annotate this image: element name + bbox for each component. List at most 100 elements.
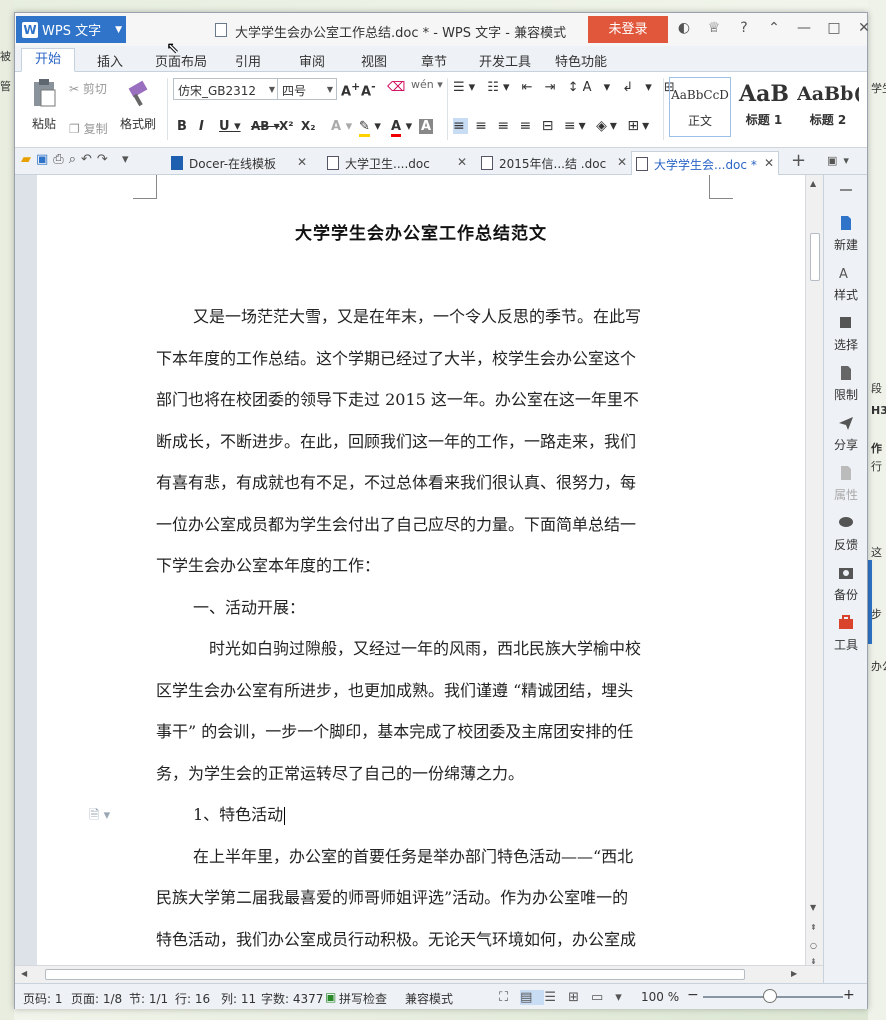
save-icon[interactable]: ▣ — [36, 152, 53, 167]
new-tab-icon[interactable]: + — [791, 150, 806, 171]
style-heading-1[interactable]: AaB 标题 1 — [733, 77, 795, 137]
close-icon[interactable]: ✕ — [855, 20, 873, 36]
preview-icon[interactable]: ⌕ — [69, 152, 81, 167]
sidebar-item-styles[interactable]: A 样式 — [824, 265, 868, 303]
reading-view-icon[interactable]: ▭▾ — [591, 990, 634, 1005]
document-area[interactable]: 大学学生会办公室工作总结范文 又是一场茫茫大雪，又是在年末，一个令人反思的季节。… — [15, 175, 805, 965]
superscript-icon[interactable]: X² — [279, 119, 294, 133]
vertical-scrollbar[interactable]: ▲ ▼ ⇞ ○ ⇟ — [805, 175, 823, 966]
print-icon[interactable]: ⎙ — [53, 152, 68, 167]
scroll-up-icon[interactable]: ▲ — [810, 179, 816, 188]
close-tab-icon[interactable]: ✕ — [764, 156, 774, 170]
scroll-left-icon[interactable]: ◀ — [21, 969, 27, 978]
doc-tab-active[interactable]: 大学学生会...doc * ✕ — [631, 151, 779, 175]
browse-object-icon[interactable]: ○ — [810, 941, 817, 950]
italic-icon[interactable]: I — [199, 119, 204, 134]
zoom-slider-handle[interactable] — [763, 989, 777, 1003]
sidebar-item-feedback[interactable]: 反馈 — [824, 515, 868, 553]
tab-menu-icon[interactable]: ▾ — [843, 154, 855, 167]
scroll-down-icon[interactable]: ▼ — [810, 903, 816, 912]
outline-view-icon[interactable]: ☰ — [544, 990, 568, 1005]
prev-page-icon[interactable]: ⇞ — [810, 923, 817, 932]
skin-icon[interactable]: ◐ — [675, 20, 693, 36]
document-page[interactable]: 大学学生会办公室工作总结范文 又是一场茫茫大雪，又是在年末，一个令人反思的季节。… — [37, 175, 805, 965]
sidebar-item-backup[interactable]: 备份 — [824, 565, 868, 603]
page-view-icon[interactable]: ▤ — [520, 990, 545, 1005]
doc-tab[interactable]: 2015年信...结 .doc ✕ — [477, 151, 627, 175]
alignment-controls[interactable]: ≡ ≡ ≡ ≡ ⊟ ≡▾ ◈▾ ⊞▾ — [453, 118, 652, 134]
grow-font-icon[interactable]: A+ — [341, 80, 360, 99]
help-icon[interactable]: ? — [735, 20, 753, 36]
pane-collapse-icon[interactable] — [840, 189, 852, 191]
char-shading-icon[interactable]: A — [419, 119, 434, 134]
spell-check-toggle[interactable]: 拼写检查 — [339, 990, 387, 1007]
text-effect-icon[interactable]: A ▾ — [331, 119, 352, 134]
redo-icon[interactable]: ↷ — [97, 152, 113, 167]
sidebar-item-new[interactable]: 新建 — [824, 215, 868, 253]
status-word-count[interactable]: 字数: 4377 — [261, 990, 323, 1007]
tab-chapter[interactable]: 章节 — [421, 51, 447, 70]
pinyin-icon[interactable]: wén ▾ — [411, 78, 443, 91]
web-view-icon[interactable]: ⊞ — [568, 990, 591, 1005]
format-painter-button[interactable]: 格式刷 — [113, 76, 163, 132]
collapse-ribbon-icon[interactable]: ⌃ — [765, 20, 783, 36]
tab-review[interactable]: 审阅 — [299, 51, 325, 70]
maximize-icon[interactable]: □ — [825, 20, 843, 36]
style-heading-2[interactable]: AaBb( 标题 2 — [797, 77, 859, 137]
doc-tab[interactable]: 大学卫生....doc ✕ — [323, 151, 467, 175]
sidebar-item-tools[interactable]: 工具 — [824, 615, 868, 653]
clear-format-icon[interactable]: ⌫ — [387, 80, 405, 95]
view-mode-icons[interactable]: ⛶▤☰⊞▭▾ — [499, 990, 634, 1005]
font-color-icon[interactable]: A ▾ — [391, 119, 412, 137]
zoom-out-icon[interactable]: − — [687, 987, 699, 1003]
login-button[interactable]: 未登录 — [588, 16, 668, 43]
sidebar-item-properties[interactable]: 属性 — [824, 465, 868, 503]
style-normal[interactable]: AaBbCcD 正文 — [669, 77, 731, 137]
cut-button[interactable]: ✂ 剪切 — [69, 80, 107, 97]
undo-icon[interactable]: ↶ — [81, 152, 97, 167]
tab-controls[interactable]: ▣▾ — [827, 154, 855, 167]
tab-references[interactable]: 引用 — [235, 51, 261, 70]
tab-insert[interactable]: 插入 — [97, 51, 123, 70]
paragraph-layout-icon[interactable]: 🗎 ▾ — [89, 806, 110, 828]
strikethrough-icon[interactable]: AB ▾ — [251, 119, 280, 133]
close-tab-icon[interactable]: ✕ — [617, 155, 627, 169]
font-size-select[interactable]: 四号 ▼ — [277, 78, 337, 100]
open-icon[interactable]: ▰ — [21, 152, 36, 167]
quick-access-icons[interactable]: ▰▣⎙⌕↶↷ ▾ — [21, 152, 133, 167]
zoom-level[interactable]: 100 % — [641, 990, 679, 1004]
highlight-icon[interactable]: ✎ ▾ — [359, 119, 381, 137]
zoom-in-icon[interactable]: + — [843, 987, 855, 1003]
bg-text: 作 — [871, 442, 882, 455]
close-tab-icon[interactable]: ✕ — [297, 155, 307, 169]
close-tab-icon[interactable]: ✕ — [457, 155, 467, 169]
tab-developer[interactable]: 开发工具 — [479, 51, 531, 70]
tab-page-layout[interactable]: 页面布局 — [155, 51, 207, 70]
list-controls[interactable]: ☰▾ ☷▾ ⇤ ⇥ ↕A ▾ ↲ ▾ ⊞ — [453, 80, 679, 95]
scrollbar-thumb[interactable] — [45, 969, 745, 980]
minimize-icon[interactable]: — — [795, 20, 813, 36]
sidebar-item-select[interactable]: 选择 — [824, 315, 868, 353]
tab-view[interactable]: 视图 — [361, 51, 387, 70]
doc-tab-docer[interactable]: Docer-在线模板 ✕ — [167, 151, 307, 175]
fullscreen-icon[interactable]: ⛶ — [499, 990, 520, 1005]
copy-button[interactable]: ❐ 复制 — [69, 120, 108, 137]
app-menu-button[interactable]: W WPS 文字 ▼ — [16, 16, 126, 43]
font-name-select[interactable]: 仿宋_GB2312 ▼ — [173, 78, 279, 100]
chevron-down-icon[interactable]: ▾ — [122, 152, 134, 167]
shirt-icon[interactable]: ♕ — [705, 20, 723, 36]
tab-list-icon[interactable]: ▣ — [827, 154, 843, 167]
bold-icon[interactable]: B — [177, 119, 187, 134]
paste-button[interactable]: 粘贴 — [19, 76, 69, 132]
tab-special[interactable]: 特色功能 — [555, 51, 607, 70]
scrollbar-thumb[interactable] — [810, 233, 820, 281]
scroll-right-icon[interactable]: ▶ — [791, 969, 797, 978]
horizontal-scrollbar[interactable]: ◀ ▶ — [15, 965, 823, 983]
shrink-font-icon[interactable]: A- — [361, 80, 376, 99]
tab-home[interactable]: 开始 — [21, 48, 75, 72]
sidebar-item-share[interactable]: 分享 — [824, 415, 868, 453]
align-left-icon[interactable]: ≡ — [453, 118, 468, 134]
sidebar-item-restrict[interactable]: 限制 — [824, 365, 868, 403]
subscript-icon[interactable]: X₂ — [301, 119, 316, 133]
underline-icon[interactable]: U ▾ — [219, 119, 241, 134]
